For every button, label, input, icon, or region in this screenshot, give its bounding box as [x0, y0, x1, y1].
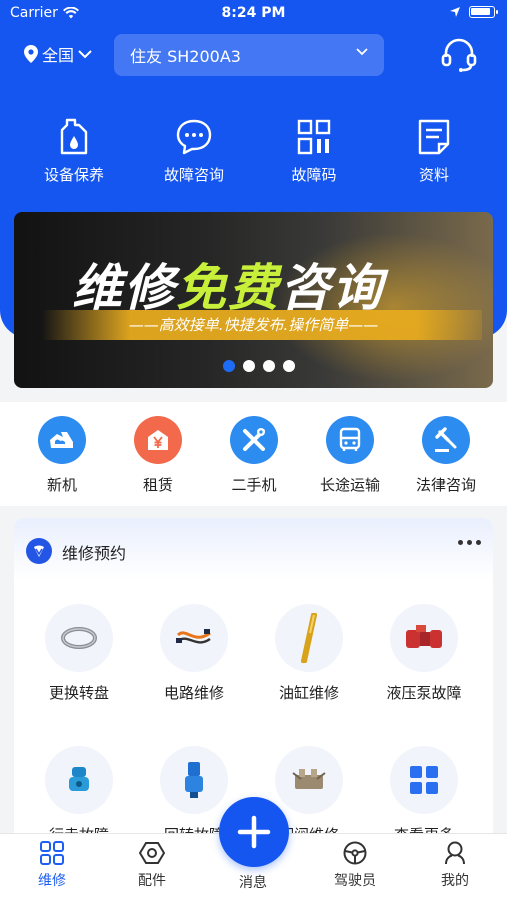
chat-bubble-icon	[176, 119, 212, 155]
banner-dot[interactable]	[222, 360, 235, 372]
quick-action-label: 故障码	[291, 166, 337, 184]
tab-parts[interactable]: 配件	[112, 840, 192, 890]
banner-title-part3: 咨询	[280, 259, 384, 317]
banner-dot[interactable]	[262, 360, 275, 372]
card-title: 维修预约	[62, 544, 127, 563]
battery-icon	[469, 6, 498, 18]
customer-service-button[interactable]	[441, 38, 477, 76]
repair-item-hydraulic-pump[interactable]: 液压泵故障	[369, 604, 479, 703]
quick-action-label: 资料	[418, 166, 449, 184]
wiring-harness-icon	[160, 604, 228, 672]
document-icon	[418, 119, 450, 155]
region-selector[interactable]: 全国	[24, 42, 92, 66]
service-label: 法律咨询	[415, 476, 476, 494]
tab-profile[interactable]: 我的	[415, 840, 495, 890]
repair-item-view-more[interactable]: 查看更多	[369, 746, 479, 845]
top-header: 全国 住友 SH200A3	[0, 32, 507, 80]
slewing-ring-icon	[45, 604, 113, 672]
quick-action-fault-consult[interactable]: 故障咨询	[144, 118, 244, 185]
tab-label: 我的	[441, 873, 469, 889]
tab-label: 配件	[138, 873, 166, 889]
repair-item-slewing-ring[interactable]: 更换转盘	[24, 604, 134, 703]
tab-label: 消息	[239, 875, 267, 891]
quick-action-documents[interactable]: 资料	[384, 118, 484, 185]
repair-item-label: 油缸维修	[278, 684, 339, 702]
user-icon	[445, 841, 465, 865]
swing-motor-icon	[160, 746, 228, 814]
repair-item-wiring[interactable]: 电路维修	[139, 604, 249, 703]
repair-item-label: 更换转盘	[48, 684, 109, 702]
service-long-haul[interactable]: 长途运输	[302, 416, 398, 495]
clock: 8:24 PM	[221, 5, 286, 21]
gavel-icon	[422, 416, 470, 464]
travel-motor-icon	[45, 746, 113, 814]
yen-house-icon	[134, 416, 182, 464]
banner-title-highlight: 免费	[176, 259, 280, 317]
headset-icon	[441, 38, 477, 72]
banner-title-part1: 维修	[72, 259, 176, 317]
steering-wheel-icon	[343, 841, 367, 865]
code-grid-icon	[297, 119, 331, 155]
quick-action-label: 故障咨询	[163, 166, 224, 184]
grid-more-icon	[390, 746, 458, 814]
quick-action-maintenance[interactable]: 设备保养	[24, 118, 124, 185]
tab-repair[interactable]: 维修	[12, 840, 92, 890]
quick-action-fault-code[interactable]: 故障码	[264, 118, 364, 185]
service-label: 二手机	[231, 476, 277, 494]
tab-driver[interactable]: 驾驶员	[315, 840, 395, 890]
repair-item-travel[interactable]: 行走故障	[24, 746, 134, 845]
status-bar: Carrier 8:24 PM	[0, 0, 507, 28]
tab-label: 驾驶员	[334, 873, 376, 889]
repair-logo-icon	[26, 538, 52, 564]
hydraulic-cylinder-icon	[275, 604, 343, 672]
service-label: 新机	[46, 476, 77, 494]
banner-pagination	[24, 360, 493, 372]
add-post-button[interactable]	[219, 797, 289, 867]
more-options-button[interactable]	[458, 540, 481, 545]
repair-item-label: 液压泵故障	[386, 684, 462, 702]
banner-subtitle: ——高效接单.快捷发布.操作简单——	[128, 316, 379, 334]
control-valve-icon	[275, 746, 343, 814]
tab-messages[interactable]: 消息	[213, 872, 293, 892]
hydraulic-pump-icon	[390, 604, 458, 672]
banner-dot[interactable]	[242, 360, 255, 372]
card-header: 维修预约	[14, 518, 493, 580]
quick-action-label: 设备保养	[43, 166, 104, 184]
service-used-machine[interactable]: 二手机	[206, 416, 302, 495]
service-new-machine[interactable]: 新机	[14, 416, 110, 495]
machine-selector[interactable]: 住友 SH200A3	[114, 34, 384, 76]
grid-icon	[40, 841, 64, 865]
chevron-down-icon	[78, 50, 92, 59]
hex-nut-icon	[139, 842, 165, 864]
machine-label: 住友 SH200A3	[130, 47, 241, 66]
service-row: 新机 租赁 二手机 长途运输 法律咨询	[0, 402, 507, 506]
plus-icon	[237, 815, 271, 849]
service-legal-consult[interactable]: 法律咨询	[398, 416, 494, 495]
service-rental[interactable]: 租赁	[110, 416, 206, 495]
tab-label: 维修	[38, 873, 66, 889]
bus-icon	[326, 416, 374, 464]
tools-icon	[230, 416, 278, 464]
service-label: 长途运输	[319, 476, 380, 494]
excavator-icon	[38, 416, 86, 464]
oil-bottle-icon	[60, 118, 88, 155]
location-arrow-icon	[450, 7, 460, 17]
region-label: 全国	[42, 46, 75, 65]
repair-item-cylinder[interactable]: 油缸维修	[254, 604, 364, 703]
repair-item-label: 电路维修	[163, 684, 224, 702]
chevron-down-icon	[356, 48, 368, 56]
service-label: 租赁	[142, 476, 173, 494]
banner-dot[interactable]	[282, 360, 295, 372]
location-pin-icon	[24, 45, 38, 63]
promo-banner[interactable]: 维修免费咨询 ——高效接单.快捷发布.操作简单——	[14, 212, 493, 388]
